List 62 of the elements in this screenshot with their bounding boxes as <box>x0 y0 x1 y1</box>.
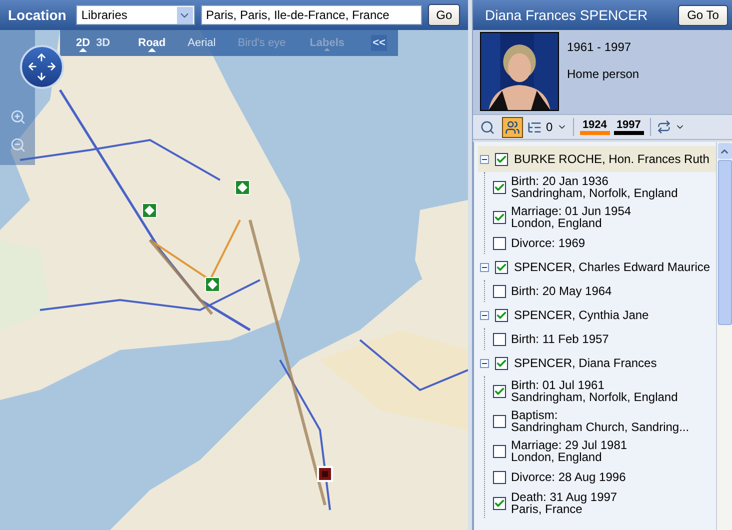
scrollbar[interactable] <box>716 142 732 530</box>
scroll-up-button[interactable] <box>718 143 732 159</box>
person-label: SPENCER, Charles Edward Maurice <box>514 259 710 276</box>
map-pin[interactable] <box>317 466 333 482</box>
person-label: SPENCER, Diana Frances <box>514 355 657 372</box>
event-label: Marriage: 29 Jul 1981 London, England <box>511 439 628 463</box>
expand-toggle[interactable] <box>480 154 489 164</box>
generations-count[interactable]: 0 <box>546 118 553 136</box>
person-row[interactable]: SPENCER, Charles Edward Maurice <box>478 254 716 280</box>
checkbox[interactable] <box>493 284 506 298</box>
pan-down-icon[interactable] <box>36 71 47 82</box>
person-label: BURKE ROCHE, Hon. Frances Ruth <box>514 151 710 168</box>
event-label: Divorce: 28 Aug 1996 <box>511 471 626 483</box>
person-row[interactable]: SPENCER, Cynthia Jane <box>478 302 716 328</box>
lifespan: 1961 - 1997 <box>567 39 632 56</box>
checkbox[interactable] <box>493 210 506 224</box>
checkbox[interactable] <box>493 180 506 194</box>
checkbox[interactable] <box>495 152 508 166</box>
checkbox[interactable] <box>495 260 508 274</box>
location-label: Location <box>8 6 66 24</box>
go-to-button[interactable]: Go To <box>678 4 728 26</box>
event-label: Birth: 20 Jan 1936 Sandringham, Norfolk, England <box>511 175 678 199</box>
collapse-button[interactable]: << <box>370 34 388 52</box>
event-label: Death: 31 Aug 1997 Paris, France <box>511 491 618 515</box>
scroll-thumb[interactable] <box>718 160 732 325</box>
year-label: 1924 <box>582 119 607 131</box>
checkbox[interactable] <box>493 384 506 398</box>
event-label: Marriage: 01 Jun 1954 London, England <box>511 205 632 229</box>
event-label: Baptism: Sandringham Church, Sandring... <box>511 409 690 433</box>
person-row[interactable]: BURKE ROCHE, Hon. Frances Ruth <box>478 146 716 172</box>
checkbox[interactable] <box>493 236 506 250</box>
go-button[interactable]: Go <box>428 4 460 26</box>
checkbox[interactable] <box>493 496 506 510</box>
checkbox[interactable] <box>493 444 506 458</box>
expand-toggle[interactable] <box>480 358 489 368</box>
checkbox[interactable] <box>495 308 508 322</box>
checkbox[interactable] <box>495 356 508 370</box>
event-label: Birth: 01 Jul 1961 Sandringham, Norfolk, England <box>511 379 678 403</box>
checkbox[interactable] <box>493 470 506 484</box>
pan-left-icon[interactable] <box>27 61 38 72</box>
expand-toggle[interactable] <box>480 262 489 272</box>
expand-toggle[interactable] <box>480 310 489 320</box>
place-field[interactable]: Paris, Paris, Ile-de-France, France <box>200 5 422 25</box>
person-row[interactable]: SPENCER, Diana Frances <box>478 350 716 376</box>
view-mode-tab[interactable]: 2D <box>76 34 90 52</box>
pan-right-icon[interactable] <box>46 61 57 72</box>
event-label: Birth: 20 May 1964 <box>511 285 612 297</box>
category-dropdown[interactable]: Libraries <box>76 5 195 25</box>
pan-up-icon[interactable] <box>36 52 47 63</box>
family-view-button[interactable] <box>502 116 523 138</box>
person-role: Home person <box>567 66 640 83</box>
year-label: 1997 <box>616 119 641 131</box>
tree-icon[interactable] <box>527 120 542 134</box>
map-style-tab[interactable]: Road <box>138 34 166 52</box>
event-label: Birth: 11 Feb 1957 <box>511 333 609 345</box>
map-style-tab[interactable]: Aerial <box>188 34 216 52</box>
person-label: SPENCER, Cynthia Jane <box>514 307 649 324</box>
checkbox[interactable] <box>493 414 506 428</box>
person-name: Diana Frances SPENCER <box>485 6 648 24</box>
refresh-icon[interactable] <box>656 120 671 134</box>
event-label: Divorce: 1969 <box>511 237 586 249</box>
checkbox[interactable] <box>493 332 506 346</box>
